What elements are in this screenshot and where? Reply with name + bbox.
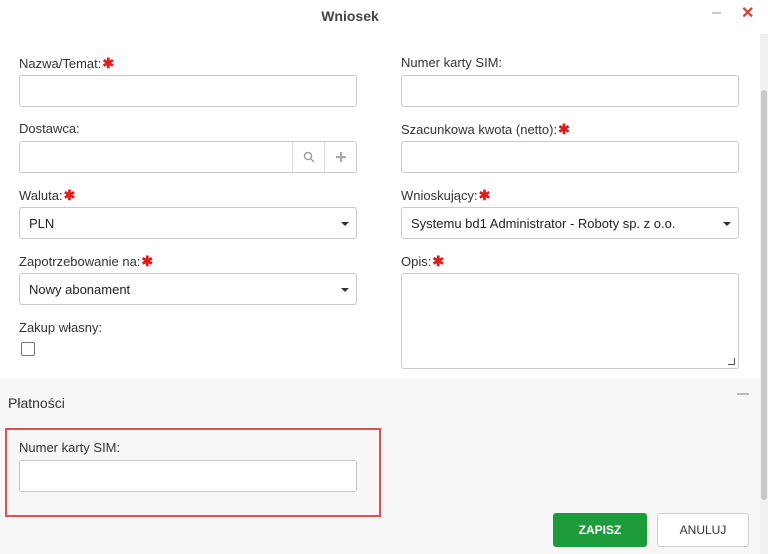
kwota-label: Szacunkowa kwota (netto):✱: [401, 121, 570, 138]
required-icon: ✱: [102, 55, 115, 71]
close-icon[interactable]: ✕: [741, 3, 754, 23]
required-icon: ✱: [141, 253, 154, 269]
plus-icon[interactable]: [324, 142, 356, 172]
opis-label-text: Opis:: [401, 254, 432, 269]
zakup-wlasny-label: Zakup własny:: [19, 320, 103, 335]
required-icon: ✱: [558, 121, 570, 137]
wnioskujacy-label: Wnioskujący:✱: [401, 187, 490, 204]
caret-down-icon: [723, 222, 731, 226]
waluta-select-value: PLN: [29, 216, 55, 231]
required-icon: ✱: [63, 187, 76, 203]
save-button[interactable]: ZAPISZ: [553, 513, 647, 547]
platnosci-sim-label: Numer karty SIM:: [19, 440, 121, 455]
opis-label: Opis:✱: [401, 253, 444, 270]
kwota-input[interactable]: [401, 141, 739, 173]
sim-input[interactable]: [401, 75, 739, 107]
nazwa-label: Nazwa/Temat:✱: [19, 55, 114, 72]
collapse-icon[interactable]: [737, 393, 749, 395]
zakup-wlasny-checkbox[interactable]: [21, 342, 35, 356]
opis-textarea[interactable]: [401, 273, 739, 369]
nazwa-input[interactable]: [19, 75, 357, 107]
zapotrzebowanie-select-value: Nowy abonament: [29, 282, 131, 297]
nazwa-label-text: Nazwa/Temat:: [19, 56, 102, 71]
resize-handle-icon[interactable]: [728, 358, 735, 365]
zapotrzebowanie-label-text: Zapotrzebowanie na:: [19, 254, 141, 269]
dostawca-label: Dostawca:: [19, 121, 80, 136]
caret-down-icon: [341, 288, 349, 292]
platnosci-title: Płatności: [8, 395, 65, 411]
caret-down-icon: [341, 222, 349, 226]
wnioskujacy-select-value: Systemu bd1 Administrator - Roboty sp. z…: [411, 216, 676, 231]
required-icon: ✱: [478, 187, 491, 203]
sim-label: Numer karty SIM:: [401, 55, 503, 70]
dialog-title: Wniosek: [321, 8, 379, 24]
waluta-select[interactable]: PLN: [19, 207, 357, 239]
required-icon: ✱: [432, 253, 445, 269]
dostawca-input[interactable]: [19, 141, 357, 173]
wnioskujacy-select[interactable]: Systemu bd1 Administrator - Roboty sp. z…: [401, 207, 739, 239]
scrollbar-thumb[interactable]: [761, 90, 767, 500]
minimize-icon[interactable]: –: [712, 4, 721, 22]
wnioskujacy-label-text: Wnioskujący:: [401, 188, 478, 203]
zapotrzebowanie-select[interactable]: Nowy abonament: [19, 273, 357, 305]
waluta-label: Waluta:✱: [19, 187, 75, 204]
kwota-label-text: Szacunkowa kwota (netto):: [401, 122, 558, 137]
search-icon[interactable]: [292, 142, 324, 172]
dialog-titlebar: Wniosek – ✕: [0, 0, 768, 34]
waluta-label-text: Waluta:: [19, 188, 63, 203]
platnosci-sim-input[interactable]: [19, 460, 357, 492]
cancel-button[interactable]: ANULUJ: [657, 513, 749, 547]
zapotrzebowanie-label: Zapotrzebowanie na:✱: [19, 253, 153, 270]
